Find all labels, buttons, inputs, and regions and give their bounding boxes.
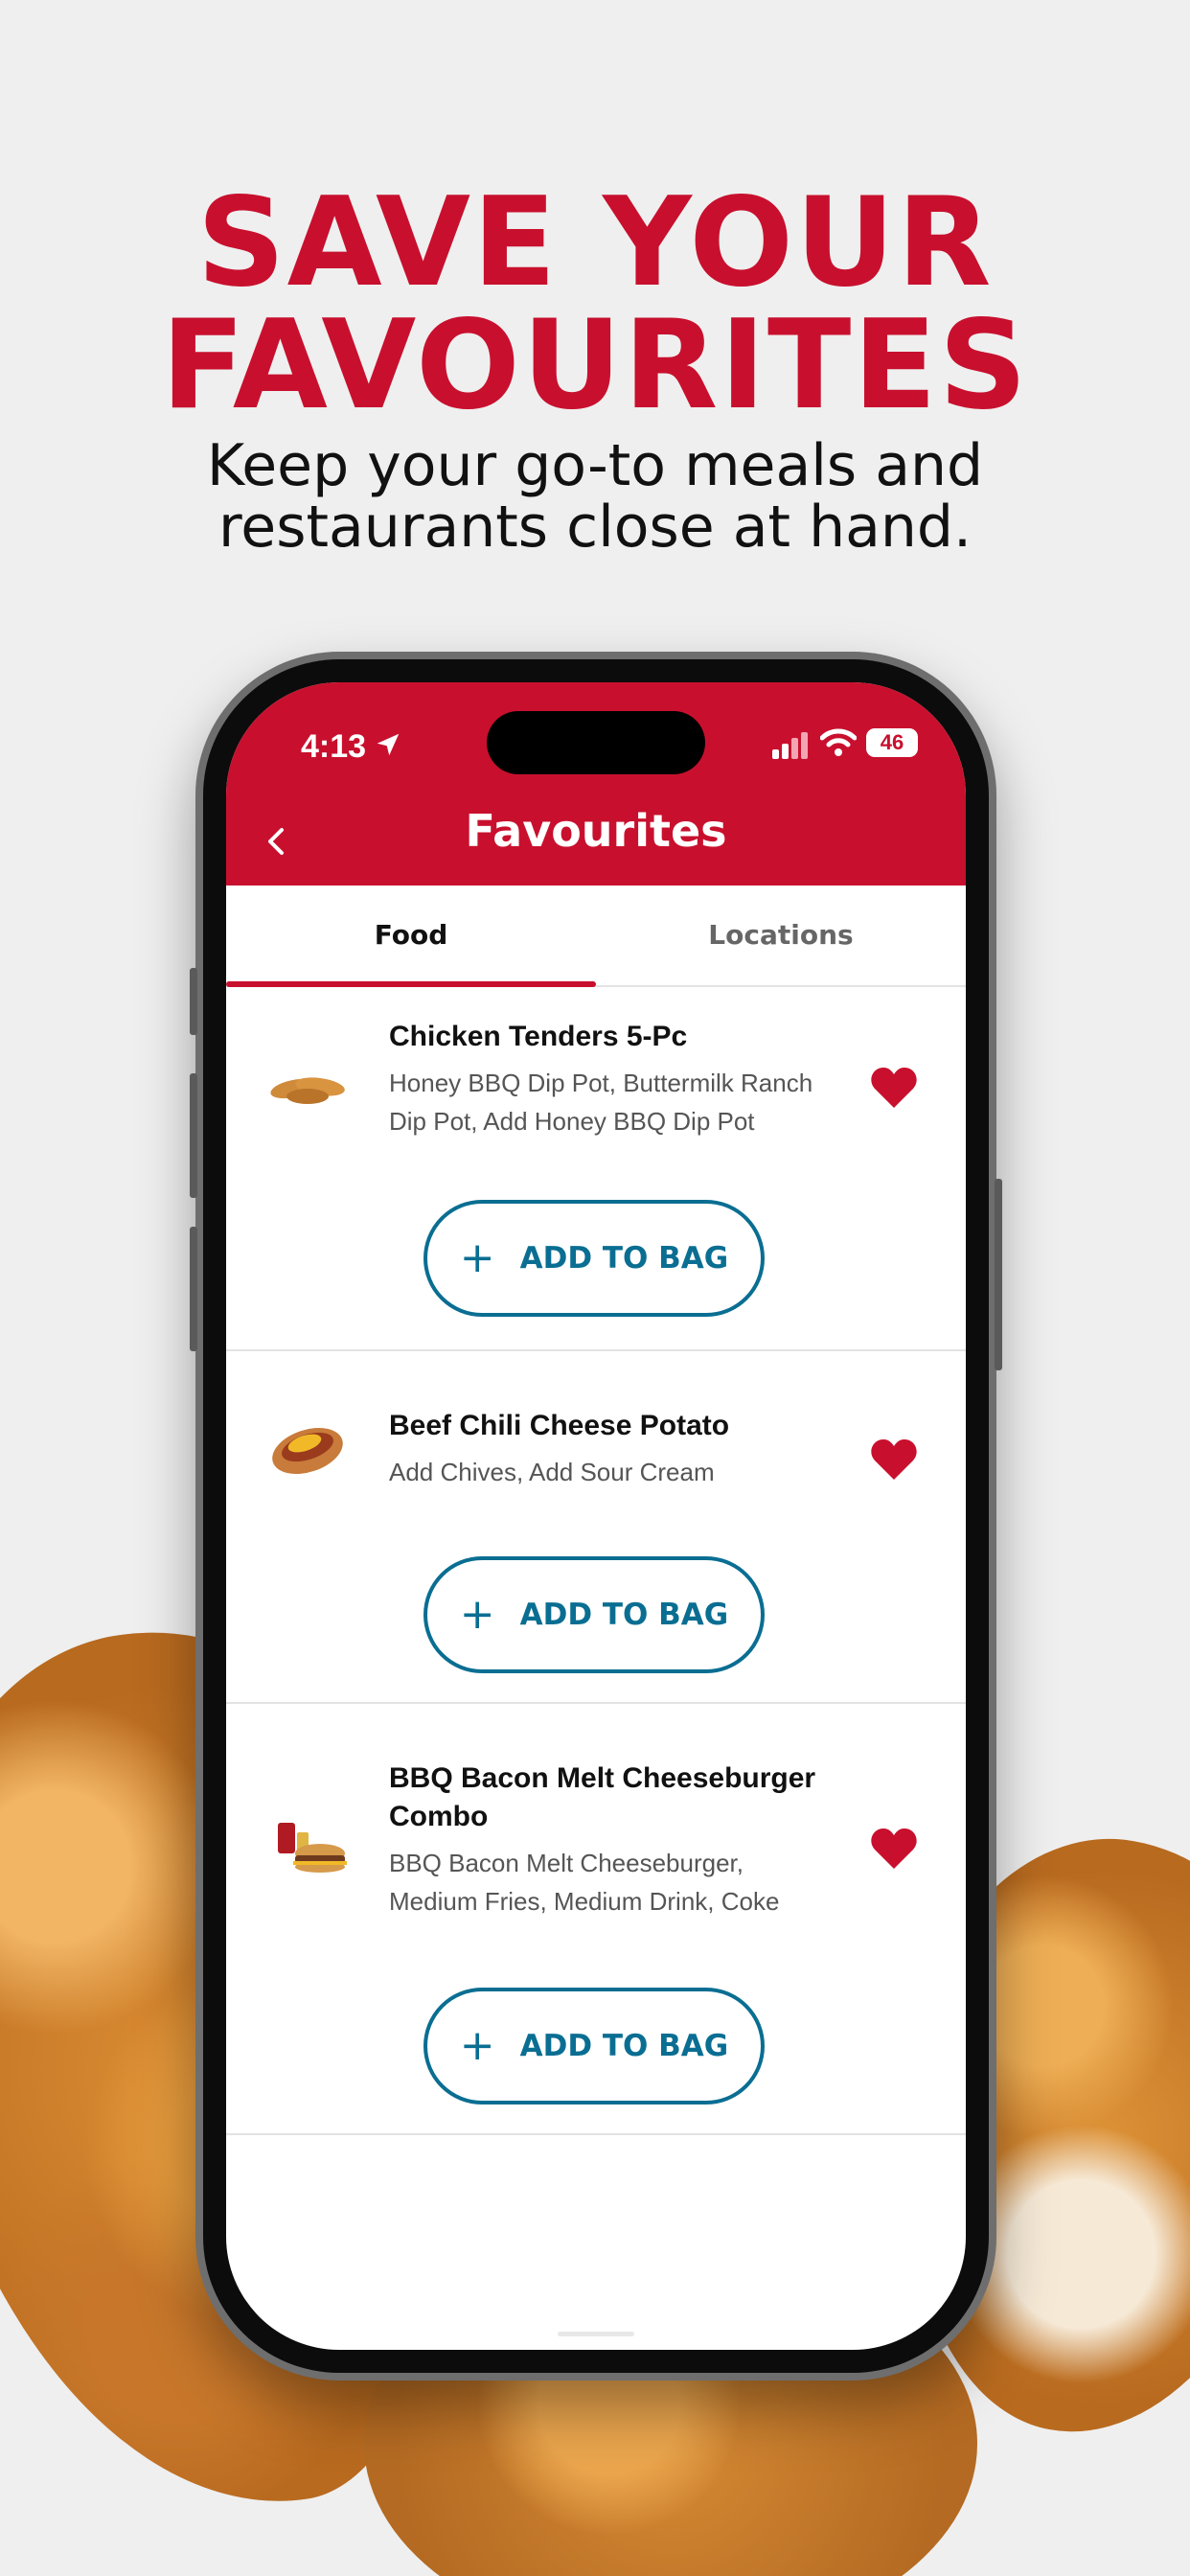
cheeseburger-combo-thumbnail <box>278 1823 347 1873</box>
add-to-bag-label: ADD TO BAG <box>519 1598 729 1632</box>
phone-side-button <box>190 968 197 1035</box>
heart-icon[interactable] <box>870 1066 918 1110</box>
location-arrow-icon <box>377 733 400 756</box>
phone-volume-down <box>190 1227 197 1351</box>
add-to-bag-button[interactable]: + ADD TO BAG <box>423 1988 765 2104</box>
list-item: Beef Chili Cheese Potato Add Chives, Add… <box>226 1351 966 1704</box>
favourites-list: Chicken Tenders 5-Pc Honey BBQ Dip Pot, … <box>226 987 966 2135</box>
add-to-bag-label: ADD TO BAG <box>519 1241 729 1276</box>
promo-subtitle-line1: Keep your go-to meals and <box>206 432 984 499</box>
promo-title-line1: SAVE YOUR <box>196 172 994 314</box>
tab-food[interactable]: Food <box>226 886 596 987</box>
chili-cheese-potato-thumbnail <box>272 1428 343 1474</box>
list-item: Chicken Tenders 5-Pc Honey BBQ Dip Pot, … <box>226 987 966 1351</box>
item-name-line1: BBQ Bacon Melt Cheeseburger <box>389 1762 816 1794</box>
phone-bezel: 4:13 46 Favourites Food Locations Chicke… <box>203 659 989 2373</box>
home-indicator[interactable] <box>558 2332 634 2336</box>
add-to-bag-button[interactable]: + ADD TO BAG <box>423 1200 765 1317</box>
promo-title-line2: FAVOURITES <box>161 294 1029 437</box>
tab-bar: Food Locations <box>226 886 966 987</box>
promo-subtitle-line2: restaurants close at hand. <box>217 494 973 561</box>
phone-power-button <box>995 1179 1002 1370</box>
heart-icon[interactable] <box>870 1827 918 1871</box>
promo-title: SAVE YOUR FAVOURITES <box>0 182 1190 427</box>
chicken-tenders-thumbnail <box>270 1077 345 1104</box>
cellular-signal-icon <box>772 732 808 759</box>
plus-icon: + <box>459 1590 495 1639</box>
item-name: Beef Chili Cheese Potato <box>389 1410 730 1441</box>
item-description-line2: Dip Pot, Add Honey BBQ Dip Pot <box>389 1107 755 1136</box>
list-item: BBQ Bacon Melt Cheeseburger Combo BBQ Ba… <box>226 1704 966 2135</box>
item-description-line2: Medium Fries, Medium Drink, Coke <box>389 1887 780 1916</box>
item-name-line2: Combo <box>389 1801 489 1832</box>
phone-frame: 4:13 46 Favourites Food Locations Chicke… <box>190 652 1002 2380</box>
plus-icon: + <box>459 1233 495 1282</box>
app-screen: 4:13 46 Favourites Food Locations Chicke… <box>226 682 966 2350</box>
promo-subtitle: Keep your go-to meals and restaurants cl… <box>0 435 1190 558</box>
page-title: Favourites <box>465 805 727 857</box>
plus-icon: + <box>459 2021 495 2070</box>
item-description-line1: Add Chives, Add Sour Cream <box>389 1458 715 1486</box>
item-description-line1: Honey BBQ Dip Pot, Buttermilk Ranch <box>389 1069 813 1097</box>
item-name: Chicken Tenders 5-Pc <box>389 1021 688 1052</box>
add-to-bag-button[interactable]: + ADD TO BAG <box>423 1556 765 1673</box>
tab-locations[interactable]: Locations <box>596 886 966 985</box>
item-description-line1: BBQ Bacon Melt Cheeseburger, <box>389 1849 744 1877</box>
phone-volume-up <box>190 1073 197 1198</box>
add-to-bag-label: ADD TO BAG <box>519 2029 729 2063</box>
app-header: 4:13 46 Favourites <box>226 682 966 886</box>
heart-icon[interactable] <box>870 1438 918 1482</box>
wifi-icon <box>820 728 857 756</box>
status-time: 4:13 <box>301 728 367 765</box>
battery-indicator: 46 <box>866 728 918 757</box>
dynamic-island <box>487 711 705 774</box>
